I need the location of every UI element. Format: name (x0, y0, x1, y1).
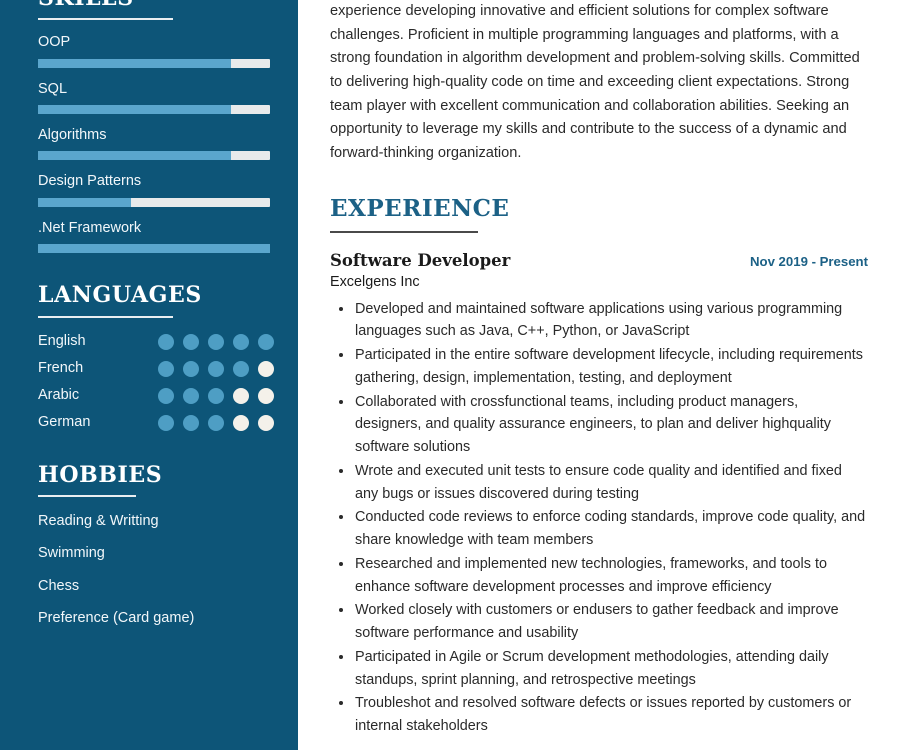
rating-dot-filled (158, 333, 174, 350)
rating-dot-empty (258, 414, 274, 431)
job-responsibility-item: Collaborated with crossfunctional teams,… (339, 391, 868, 459)
language-label: German (38, 413, 91, 430)
job-responsibilities: Developed and maintained software applic… (330, 298, 868, 738)
skill-progress-track (38, 244, 270, 254)
experience-entry-header: Software Developer Nov 2019 - Present (330, 251, 868, 271)
skills-heading-rule (38, 18, 173, 21)
language-item: French (38, 359, 274, 377)
rating-dot-filled (183, 360, 199, 377)
languages-heading: LANGUAGES (38, 282, 202, 309)
job-responsibility-item: Participated in Agile or Scrum developme… (339, 646, 868, 692)
skill-progress-fill (38, 197, 131, 207)
skill-progress-fill (38, 58, 231, 68)
languages-heading-rule (38, 315, 173, 318)
skill-item: OOP (38, 34, 270, 68)
language-item: English (38, 332, 274, 350)
job-title: Software Developer (330, 250, 511, 270)
rating-dot-empty (258, 387, 274, 404)
skill-label: Design Patterns (38, 173, 142, 190)
rating-dot-filled (233, 333, 249, 350)
hobby-item: Preference (Card game) (38, 610, 195, 627)
skill-progress-fill (38, 151, 231, 161)
skill-progress-track (38, 105, 270, 115)
experience-heading-rule (330, 230, 478, 233)
hobbies-section: HOBBIES Reading & Writting Swimming Chess P… (38, 461, 270, 628)
languages-list: English French Arabic German (38, 332, 274, 431)
rating-dot-filled (158, 387, 174, 404)
skill-label: .Net Framework (38, 219, 142, 236)
rating-dot-filled (208, 360, 224, 377)
languages-section: LANGUAGES English French Arabic German (38, 282, 274, 431)
language-item: Arabic (38, 386, 274, 404)
language-rating (158, 414, 274, 431)
job-responsibility-item: Worked closely with customers or enduser… (339, 599, 868, 645)
hobbies-heading-rule (38, 494, 136, 497)
rating-dot-empty (233, 414, 249, 431)
hobbies-heading: HOBBIES (38, 461, 163, 488)
language-rating (158, 387, 274, 404)
rating-dot-filled (258, 333, 274, 350)
job-responsibility-item: Researched and implemented new technolog… (339, 553, 868, 599)
skill-label: SQL (38, 80, 68, 97)
skill-item: Design Patterns (38, 173, 270, 207)
hobby-item: Reading & Writting (38, 512, 159, 529)
skill-label: Algorithms (38, 127, 107, 144)
skill-item: SQL (38, 80, 270, 115)
experience-list: Software Developer Nov 2019 - Present Exce… (330, 251, 868, 750)
rating-dot-empty (258, 360, 274, 377)
skill-progress-track (38, 151, 270, 161)
job-responsibility-item: Troubleshot and resolved software defect… (339, 692, 868, 738)
language-rating (158, 360, 274, 377)
language-label: Arabic (38, 386, 80, 403)
skill-label: OOP (38, 34, 71, 51)
rating-dot-filled (208, 333, 224, 350)
rating-dot-filled (158, 360, 174, 377)
job-date-range: Nov 2019 - Present (749, 253, 868, 269)
hobby-item: Chess (38, 577, 80, 594)
hobby-item: Swimming (38, 545, 105, 562)
skill-progress-fill (38, 244, 270, 254)
skill-progress-fill (38, 105, 231, 115)
job-responsibility-item: Participated in the entire software deve… (339, 344, 868, 390)
language-item: German (38, 413, 274, 431)
language-label: French (38, 359, 84, 376)
profile-summary: experience developing innovative and eff… (330, 3, 860, 161)
skill-progress-track (38, 58, 270, 68)
skills-heading: SKILLS (38, 0, 270, 11)
rating-dot-filled (233, 360, 249, 377)
rating-dot-filled (183, 333, 199, 350)
rating-dot-filled (158, 414, 174, 431)
skills-section: SKILLS OOP SQL Algorithms Design Patterns .N… (38, 0, 270, 254)
skill-item: Algorithms (38, 127, 270, 161)
experience-entry: Software Developer Nov 2019 - Present Exce… (330, 251, 868, 738)
rating-dot-filled (183, 387, 199, 404)
rating-dot-filled (208, 387, 224, 404)
job-responsibility-item: Conducted code reviews to enforce coding… (339, 506, 868, 552)
job-responsibility-item: Wrote and executed unit tests to ensure … (339, 460, 868, 506)
hobbies-list: Reading & Writting Swimming Chess Preferenc… (38, 513, 270, 628)
sidebar: SKILLS OOP SQL Algorithms Design Patterns .N… (0, 0, 298, 750)
main-column: experience developing innovative and eff… (298, 0, 900, 750)
rating-dot-empty (233, 387, 249, 404)
language-label: English (38, 332, 86, 349)
skill-progress-track (38, 197, 270, 207)
skills-list: OOP SQL Algorithms Design Patterns .Net Fram… (38, 34, 270, 254)
job-company: Excelgens Inc (330, 273, 420, 290)
skill-item: .Net Framework (38, 219, 270, 254)
language-rating (158, 333, 274, 350)
job-responsibility-item: Developed and maintained software applic… (339, 298, 868, 344)
rating-dot-filled (183, 414, 199, 431)
rating-dot-filled (208, 414, 224, 431)
experience-heading: EXPERIENCE (330, 195, 510, 223)
resume-page: SKILLS OOP SQL Algorithms Design Patterns .N… (0, 0, 900, 750)
